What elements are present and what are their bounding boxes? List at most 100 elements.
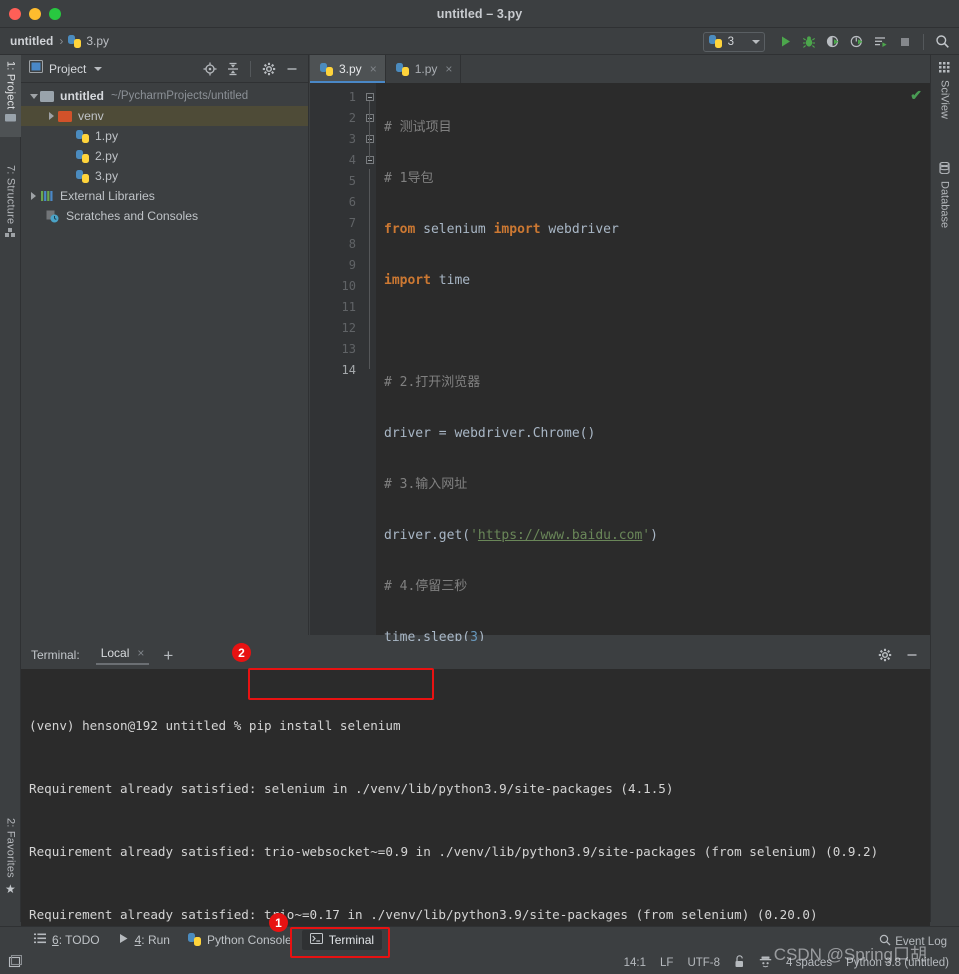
terminal-tools [874,645,930,666]
terminal-output[interactable]: (venv) henson@192 untitled % pip install… [21,669,930,926]
code-folding-gutter[interactable] [364,83,376,635]
bottom-tab-todo[interactable]: 6: TODO [26,930,108,950]
search-everywhere-button[interactable] [931,31,953,53]
code-line: # 测试项目 [384,117,930,138]
stop-button[interactable] [894,31,916,53]
status-bar-right: 14:1 LF UTF-8 4 spaces Python 3.8 (untit… [624,955,959,971]
sidebar-tab-project[interactable]: 1: Project [0,55,21,137]
close-icon[interactable]: × [370,62,377,76]
fold-marker-icon[interactable] [366,114,374,122]
scratches-icon [46,210,60,223]
python-config-icon [708,35,722,48]
line-separator[interactable]: LF [660,957,673,969]
minimize-icon[interactable] [281,58,302,79]
debug-button[interactable] [798,31,820,53]
run-button[interactable] [774,31,796,53]
breadcrumb-file[interactable]: 3.py [68,34,109,48]
tree-label-2py: 2.py [95,149,119,163]
tree-row-untitled[interactable]: untitled ~/PycharmProjects/untitled [21,86,308,106]
line-number: 8 [348,237,356,251]
code-line: # 2.打开浏览器 [384,372,930,393]
code-editor[interactable]: 1 2 3 4 5 6 7 8 9 10 11 12 13 14 # 测试项目 … [310,83,930,801]
line-number: 6 [348,195,356,209]
project-panel-header: Project [21,55,308,83]
project-panel-chevron-down-icon[interactable] [94,66,103,71]
python-interpreter[interactable]: Python 3.8 (untitled) [846,957,949,969]
indent-setting[interactable]: 4 spaces [786,957,832,969]
bottom-tab-todo-label: : TODO [58,932,100,947]
fold-region-line [369,101,370,159]
sidebar-tab-structure[interactable]: 7: Structure [0,159,21,265]
code-line: driver = webdriver.Chrome() [384,423,930,444]
minimize-icon[interactable] [901,645,922,666]
code-line: driver.get('https://www.baidu.com') [384,525,930,546]
inspection-profile-icon[interactable] [759,955,772,971]
libraries-icon [40,190,54,202]
project-window-icon [29,59,43,78]
code-token-keyword: import [384,273,431,288]
line-number: 4 [348,153,356,167]
code-token-plain: selenium [415,222,494,237]
tree-label-untitled: untitled [60,89,105,103]
sidebar-tab-sciview[interactable]: SciView [930,55,959,139]
code-line: from selenium import webdriver [384,219,930,240]
tree-row-external-libraries[interactable]: External Libraries [21,186,308,206]
bottom-tab-todo-key: 6 [52,932,59,947]
code-token-string: ' [642,528,651,543]
run-configuration-selector[interactable]: 3 [702,31,765,52]
expand-arrow-right-icon[interactable] [45,112,58,120]
code-token-url-link[interactable]: https://www.baidu.com [478,528,642,543]
bottom-tab-terminal[interactable]: Terminal [301,929,383,950]
tree-row-1py[interactable]: 1.py [21,126,308,146]
line-number: 7 [348,216,356,230]
fold-marker-icon[interactable] [366,93,374,101]
tree-row-3py[interactable]: 3.py [21,166,308,186]
inspection-ok-icon[interactable]: ✔ [910,87,922,104]
line-number: 2 [348,111,356,125]
code-token-comment: # 测试项目 [384,120,452,135]
terminal-output-line: Requirement already satisfied: selenium … [29,781,674,796]
pycharm-window: untitled – 3.py untitled › 3.py 3 1: Pro… [0,0,959,974]
close-icon[interactable]: × [137,646,144,660]
annotation-badge-1: 1 [269,913,288,932]
collapse-all-icon[interactable] [222,58,243,79]
event-log-button[interactable]: Event Log [879,934,947,949]
fold-marker-icon[interactable] [366,156,374,164]
fold-marker-icon[interactable] [366,135,374,143]
bottom-tab-run[interactable]: 4: Run [110,930,178,950]
tree-row-2py[interactable]: 2.py [21,146,308,166]
line-number: 3 [348,132,356,146]
code-token-keyword: import [493,222,541,237]
editor-tab-1py[interactable]: 1.py × [386,55,462,83]
tree-row-venv[interactable]: venv [21,106,308,126]
file-encoding[interactable]: UTF-8 [687,957,720,969]
editor-tab-3py[interactable]: 3.py × [310,55,386,83]
new-terminal-session-button[interactable]: + [163,647,173,664]
lock-icon[interactable] [734,955,745,971]
close-icon[interactable]: × [445,62,452,76]
code-token-comment: # 2.打开浏览器 [384,375,481,390]
sidebar-tab-favorites-label: 2: Favorites [4,818,17,878]
terminal-session-tab-local[interactable]: Local × [95,646,150,665]
expand-arrow-down-icon[interactable] [27,93,40,99]
toggle-sidebar-icon[interactable] [8,954,23,972]
caret-position[interactable]: 14:1 [624,957,646,969]
locate-icon[interactable] [199,58,220,79]
bottom-tab-run-label: : Run [141,932,170,947]
gear-icon[interactable] [258,58,279,79]
code-content[interactable]: # 测试项目 # 1导包 from selenium import webdri… [376,83,930,801]
sidebar-tab-database[interactable]: Database [930,155,959,251]
tree-row-scratches-and-consoles[interactable]: Scratches and Consoles [21,206,308,226]
sidebar-tab-database-label: Database [938,181,951,229]
run-with-console-button[interactable] [870,31,892,53]
sidebar-tab-favorites[interactable]: 2: Favorites ★ [0,812,21,922]
run-with-coverage-button[interactable] [822,31,844,53]
breadcrumb-separator: › [59,34,64,48]
venv-folder-icon [58,110,72,122]
profile-button[interactable] [846,31,868,53]
breadcrumb-project[interactable]: untitled [10,34,53,48]
line-number-current: 14 [341,363,356,377]
expand-arrow-right-icon[interactable] [27,192,40,200]
gear-icon[interactable] [874,645,895,666]
bottom-tab-python-console[interactable]: Python Console [180,930,300,950]
